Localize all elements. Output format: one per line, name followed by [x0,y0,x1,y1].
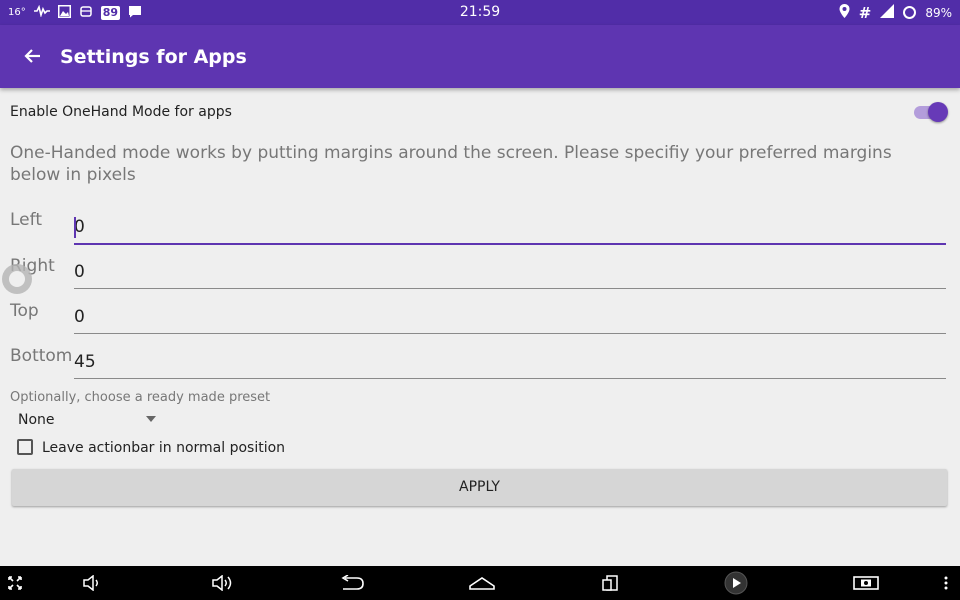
bottom-margin-label: Bottom [10,346,73,366]
volume-down-button[interactable] [75,566,111,600]
top-margin-field[interactable] [74,303,946,331]
apply-button[interactable]: APPLY [12,469,947,506]
right-margin-field[interactable] [74,258,946,286]
overflow-menu-button[interactable] [934,566,958,600]
top-margin-label: Top [10,301,39,321]
preset-selected-value: None [18,412,55,428]
hash-icon: # [858,3,872,22]
right-margin-input[interactable] [74,258,946,289]
signal-icon [880,4,895,21]
status-bar-right: # 89% [839,3,952,22]
left-margin-input[interactable] [74,213,946,245]
fullscreen-icon [8,576,22,590]
app-toolbar: Settings for Apps [0,25,960,88]
checkbox-icon [17,439,33,455]
clock: 21:59 [459,4,501,20]
screenshot-icon [853,576,879,590]
enable-onehand-toggle[interactable] [912,102,948,122]
fullscreen-button[interactable] [0,566,30,600]
volume-down-icon [83,575,98,591]
recent-apps-button[interactable] [592,566,628,600]
bottom-margin-field[interactable] [74,348,946,376]
play-button[interactable] [720,566,752,600]
loading-spinner [2,264,32,294]
home-icon [469,577,495,590]
back-nav-button[interactable] [334,566,370,600]
left-margin-field[interactable] [74,213,946,241]
home-button[interactable] [464,566,500,600]
actionbar-checkbox-label: Leave actionbar in normal position [42,440,286,456]
battery-ring-icon [903,6,917,19]
volume-up-button[interactable] [206,566,242,600]
left-margin-label: Left [10,210,42,230]
screenshot-button[interactable] [848,566,884,600]
description-text: One-Handed mode works by putting margins… [10,143,892,185]
menu-icon [944,576,948,590]
status-bar: 16° 89 21:59 # 89% [0,0,960,25]
navigation-bar [0,566,960,600]
arrow-back-icon [24,49,40,63]
actionbar-checkbox[interactable] [16,438,36,458]
text-caret [74,217,76,238]
recent-apps-icon [602,575,618,591]
toggle-thumb [928,102,948,122]
dropdown-arrow-icon [146,416,156,422]
enable-onehand-label: Enable OneHand Mode for apps [10,104,232,120]
back-button[interactable] [18,41,48,71]
play-icon [724,571,748,595]
volume-up-icon [212,575,232,591]
page-title: Settings for Apps [60,46,247,68]
battery-percent: 89% [925,5,952,20]
location-icon [839,4,850,21]
preset-dropdown[interactable]: None [10,408,160,432]
preset-hint: Optionally, choose a ready made preset [10,390,271,405]
back-icon [341,575,364,590]
bottom-margin-input[interactable] [74,348,946,379]
top-margin-input[interactable] [74,303,946,334]
